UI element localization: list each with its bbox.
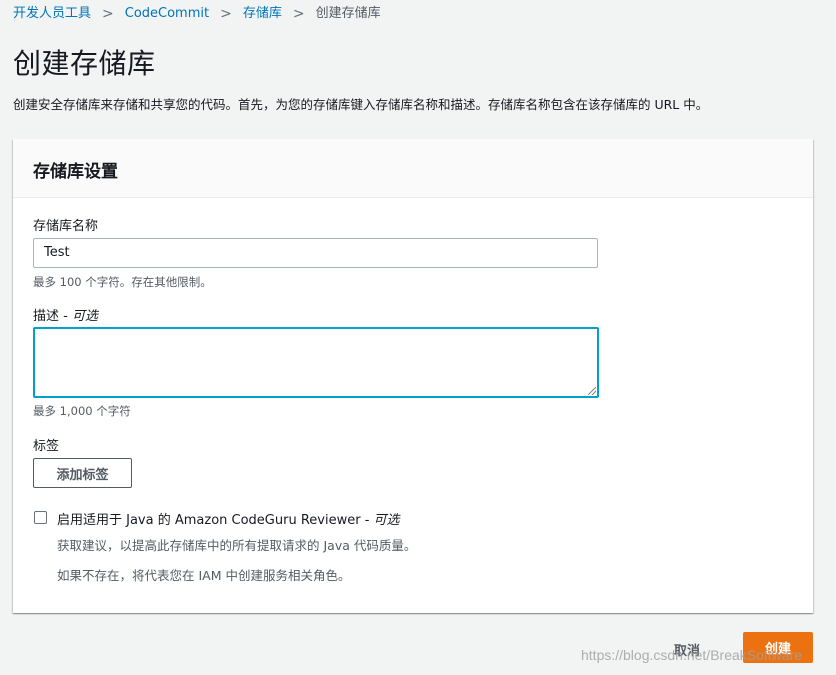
breadcrumb-codecommit[interactable]: CodeCommit (125, 5, 209, 23)
codeguru-label[interactable]: 启用适用于 Java 的 Amazon CodeGuru Reviewer - … (57, 509, 400, 528)
page-title: 创建存储库 (13, 47, 156, 80)
repository-name-hint: 最多 100 个字符。存在其他限制。 (33, 275, 212, 289)
watermark: https://blog.csdn.net/BreakSoftware (581, 647, 803, 663)
breadcrumb: 开发人员工具 > CodeCommit > 存储库 > 创建存储库 (13, 5, 381, 23)
repository-name-label: 存储库名称 (33, 219, 99, 234)
codeguru-description-2: 如果不存在，将代表您在 IAM 中创建服务相关角色。 (57, 568, 351, 583)
panel-header: 存储库设置 (13, 139, 813, 198)
description-textarea[interactable] (33, 327, 599, 398)
resize-handle-icon[interactable] (588, 387, 596, 395)
optional-tag: 可选 (373, 513, 400, 528)
breadcrumb-current: 创建存储库 (315, 6, 381, 21)
add-tag-button[interactable]: 添加标签 (33, 458, 132, 488)
breadcrumb-repositories[interactable]: 存储库 (243, 5, 282, 23)
breadcrumb-developer-tools[interactable]: 开发人员工具 (13, 5, 91, 23)
page-description: 创建安全存储库来存储和共享您的代码。首先，为您的存储库键入存储库名称和描述。存储… (13, 97, 709, 112)
description-label-text: 描述 - (33, 309, 72, 324)
optional-tag: 可选 (71, 309, 98, 324)
chevron-right-icon: > (220, 6, 232, 22)
repository-settings-panel: 存储库设置 存储库名称 Test 最多 100 个字符。存在其他限制。 描述 -… (13, 139, 813, 613)
repository-name-input[interactable]: Test (33, 238, 598, 268)
chevron-right-icon: > (292, 6, 305, 22)
panel-title: 存储库设置 (33, 162, 118, 182)
description-hint: 最多 1,000 个字符 (33, 404, 131, 418)
codeguru-label-text: 启用适用于 Java 的 Amazon CodeGuru Reviewer - (57, 513, 374, 528)
description-label: 描述 - 可选 (33, 305, 98, 324)
codeguru-description-1: 获取建议，以提高此存储库中的所有提取请求的 Java 代码质量。 (57, 538, 417, 553)
codeguru-checkbox[interactable] (34, 511, 47, 524)
chevron-right-icon: > (102, 6, 114, 22)
tags-label: 标签 (33, 439, 60, 454)
